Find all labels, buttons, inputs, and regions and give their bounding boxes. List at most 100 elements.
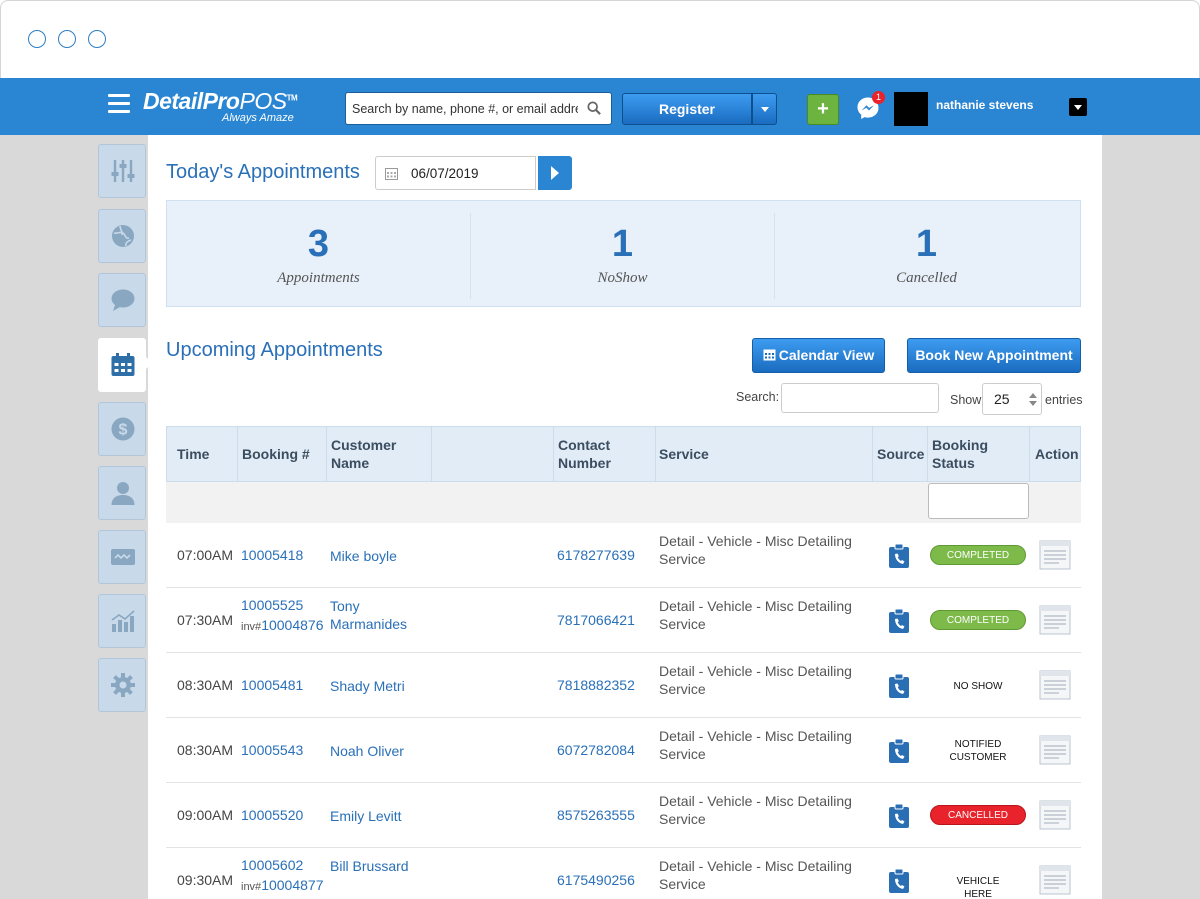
view-details-icon[interactable] bbox=[1039, 605, 1071, 635]
view-details-icon[interactable] bbox=[1039, 670, 1071, 700]
col-booking[interactable]: Booking # bbox=[232, 427, 322, 481]
calendar-view-button[interactable]: Calendar View bbox=[752, 338, 885, 373]
table-row[interactable]: 09:00AM 10005520 Emily Levitt 8575263555 Det… bbox=[166, 783, 1081, 848]
row-service: Detail - Vehicle - Misc Detailing Servic… bbox=[659, 598, 852, 632]
stat-noshow: 1 NoShow bbox=[471, 201, 774, 306]
col-service[interactable]: Service bbox=[649, 427, 849, 481]
view-details-icon[interactable] bbox=[1039, 865, 1071, 895]
stat-value: 1 bbox=[611, 223, 634, 265]
stepper-down-icon[interactable] bbox=[1029, 401, 1037, 406]
search-icon[interactable] bbox=[587, 101, 601, 115]
table-row[interactable]: 08:30AM 10005481 Shady Metri 7818882352 Deta… bbox=[166, 653, 1081, 718]
status-text: NO SHOW bbox=[953, 681, 1003, 692]
entries-stepper[interactable]: 25 bbox=[982, 383, 1042, 415]
global-search-input[interactable] bbox=[346, 93, 578, 124]
user-menu-dropdown-icon[interactable] bbox=[1069, 98, 1087, 116]
row-contact-number[interactable]: 7817066421 bbox=[557, 612, 635, 628]
row-contact-number[interactable]: 8575263555 bbox=[557, 807, 635, 823]
col-source[interactable]: Source bbox=[867, 427, 925, 481]
row-service: Detail - Vehicle - Misc Detailing Servic… bbox=[659, 533, 852, 567]
sidebar-item-globe[interactable] bbox=[98, 209, 146, 263]
window-minimize-dot[interactable] bbox=[58, 30, 76, 48]
row-customer-link[interactable]: Shady Metri bbox=[330, 677, 425, 695]
row-status: NO SHOW bbox=[930, 680, 1026, 693]
row-service: Detail - Vehicle - Misc Detailing Servic… bbox=[659, 793, 852, 827]
row-invoice-link[interactable]: 10004876 bbox=[261, 617, 323, 633]
global-search bbox=[345, 92, 612, 125]
status-filter-input[interactable] bbox=[928, 483, 1029, 519]
row-customer-link[interactable]: Tony Marmanides bbox=[330, 597, 425, 633]
view-details-icon[interactable] bbox=[1039, 540, 1071, 570]
stepper-up-icon[interactable] bbox=[1029, 393, 1037, 398]
row-invoice-link[interactable]: 10004877 bbox=[261, 877, 323, 893]
stat-value: 1 bbox=[915, 223, 938, 265]
col-customer-name[interactable]: Customer Name bbox=[321, 427, 411, 481]
stat-appointments: 3 Appointments bbox=[167, 201, 470, 306]
window-maximize-dot[interactable] bbox=[88, 30, 106, 48]
sidebar-item-calendar[interactable] bbox=[98, 338, 146, 392]
row-contact-number[interactable]: 6072782084 bbox=[557, 742, 635, 758]
invoice-prefix: inv# bbox=[241, 881, 262, 893]
row-customer-link[interactable]: Emily Levitt bbox=[330, 807, 425, 825]
user-icon bbox=[111, 482, 135, 505]
book-new-appointment-button[interactable]: Book New Appointment bbox=[907, 338, 1081, 373]
table-row[interactable]: 08:30AM 10005543 Noah Oliver 6072782084 Deta… bbox=[166, 718, 1081, 783]
row-customer-link[interactable]: Mike boyle bbox=[330, 547, 425, 565]
table-row[interactable]: 07:00AM 10005418 Mike boyle 6178277639 Detai… bbox=[166, 523, 1081, 588]
sidebar-item-sliders[interactable] bbox=[98, 144, 146, 198]
sliders-icon bbox=[111, 160, 135, 182]
row-status: VEHICLE HERE bbox=[930, 875, 1026, 899]
col-time[interactable]: Time bbox=[167, 427, 237, 481]
row-booking-link[interactable]: 10005525 bbox=[241, 597, 303, 613]
row-time: 09:00AM bbox=[177, 807, 234, 823]
status-badge: COMPLETED bbox=[930, 610, 1026, 630]
row-booking-link[interactable]: 10005418 bbox=[241, 547, 303, 563]
user-avatar[interactable] bbox=[894, 92, 928, 126]
sidebar-item-payments[interactable]: $ bbox=[98, 402, 146, 456]
col-booking-status[interactable]: Booking Status bbox=[922, 427, 1022, 481]
row-booking-link[interactable]: 10005543 bbox=[241, 742, 303, 758]
calendar-icon bbox=[763, 349, 776, 361]
view-details-icon[interactable] bbox=[1039, 735, 1071, 765]
table-row[interactable]: 09:30AM 10005602 inv#10004877 Bill Brussard… bbox=[166, 848, 1081, 899]
sidebar-item-chat[interactable] bbox=[98, 273, 146, 327]
row-status: CANCELLED bbox=[930, 805, 1026, 825]
row-customer-link[interactable]: Bill Brussard bbox=[330, 857, 425, 875]
sidebar-item-reports[interactable] bbox=[98, 594, 146, 648]
sidebar-item-customers[interactable] bbox=[98, 466, 146, 520]
row-contact-number[interactable]: 6178277639 bbox=[557, 547, 635, 563]
row-contact-number[interactable]: 7818882352 bbox=[557, 677, 635, 693]
row-booking-link[interactable]: 10005481 bbox=[241, 677, 303, 693]
view-details-icon[interactable] bbox=[1039, 800, 1071, 830]
register-button[interactable]: Register bbox=[622, 93, 752, 125]
date-picker[interactable]: 06/07/2019 bbox=[375, 156, 536, 190]
row-booking-link[interactable]: 10005520 bbox=[241, 807, 303, 823]
row-contact-number[interactable]: 6175490256 bbox=[557, 872, 635, 888]
sidebar-item-cards[interactable] bbox=[98, 530, 146, 584]
col-action: Action bbox=[1035, 446, 1079, 462]
next-date-button[interactable] bbox=[538, 156, 572, 190]
sidebar-item-settings[interactable] bbox=[98, 658, 146, 712]
row-time: 09:30AM bbox=[177, 872, 234, 888]
entries-label: entries bbox=[1045, 393, 1083, 407]
table-search-input[interactable] bbox=[781, 383, 939, 413]
table-row[interactable]: 07:30AM 10005525 inv#10004876 Tony Marmanid… bbox=[166, 588, 1081, 653]
phone-source-icon bbox=[889, 803, 909, 828]
col-contact-number[interactable]: Contact Number bbox=[548, 427, 648, 481]
user-name[interactable]: nathanie stevens bbox=[936, 98, 1033, 112]
stat-label: Appointments bbox=[277, 270, 360, 286]
card-icon bbox=[111, 549, 135, 565]
row-invoice[interactable]: inv#10004876 bbox=[241, 617, 323, 633]
register-dropdown-icon[interactable] bbox=[752, 93, 777, 125]
stat-label: NoShow bbox=[597, 270, 648, 286]
row-customer-link[interactable]: Noah Oliver bbox=[330, 742, 425, 760]
row-invoice[interactable]: inv#10004877 bbox=[241, 877, 323, 893]
chat-icon bbox=[111, 289, 135, 311]
row-status: COMPLETED bbox=[930, 610, 1026, 630]
sidebar-active-indicator bbox=[144, 355, 152, 371]
add-new-button[interactable]: + bbox=[807, 94, 839, 125]
row-booking-link[interactable]: 10005602 bbox=[241, 857, 303, 873]
brand-logo[interactable]: DetailProPOSTM bbox=[143, 88, 298, 115]
hamburger-menu-icon[interactable] bbox=[108, 94, 130, 114]
window-close-dot[interactable] bbox=[28, 30, 46, 48]
